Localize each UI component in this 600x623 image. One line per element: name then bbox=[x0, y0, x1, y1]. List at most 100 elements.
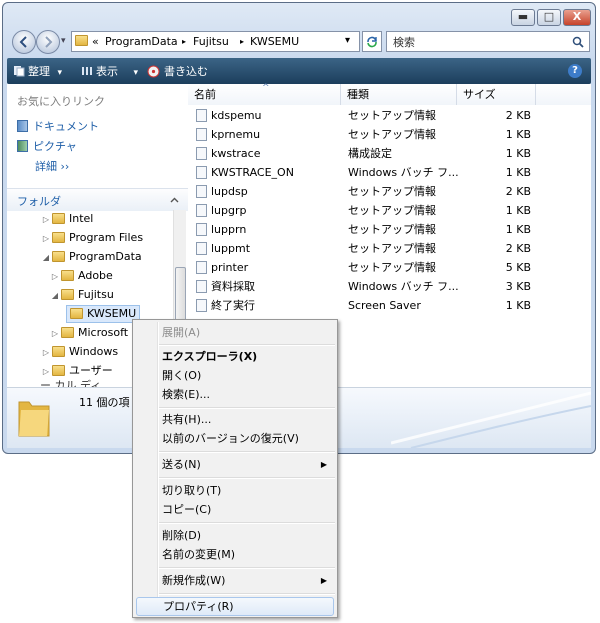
file-type: セットアップ情報 bbox=[348, 204, 436, 217]
file-name-cell[interactable]: luppmt bbox=[196, 239, 250, 258]
file-row[interactable]: kdspemu セットアップ情報 2 KB bbox=[188, 106, 591, 125]
favorite-link-pictures[interactable]: ピクチャ bbox=[17, 138, 77, 154]
tree-item-windows[interactable]: ▷ Windows bbox=[40, 343, 118, 361]
close-button[interactable]: X bbox=[563, 9, 591, 26]
file-name-cell[interactable]: lupdsp bbox=[196, 182, 248, 201]
file-type: セットアップ情報 bbox=[348, 242, 436, 255]
file-row[interactable]: KWSTRACE_ON Windows バッチ フ... 1 KB bbox=[188, 163, 591, 182]
file-row[interactable]: lupprn セットアップ情報 1 KB bbox=[188, 220, 591, 239]
file-name: printer bbox=[211, 261, 249, 274]
menu-item[interactable]: 開く(O) bbox=[162, 367, 201, 385]
menu-item[interactable]: エクスプローラ(X) bbox=[162, 348, 257, 366]
file-name-cell[interactable]: lupprn bbox=[196, 220, 246, 239]
submenu-arrow-icon: ▶ bbox=[320, 576, 327, 585]
address-chevron[interactable]: « bbox=[92, 35, 99, 48]
file-row[interactable]: 資料採取 Windows バッチ フ... 3 KB bbox=[188, 277, 591, 296]
menu-item[interactable]: 送る(N) bbox=[162, 456, 201, 474]
tree-item-partial[interactable]: ー カル ディ bbox=[40, 379, 101, 387]
file-name-cell[interactable]: 資料採取 bbox=[196, 277, 255, 296]
menu-item[interactable]: 以前のバージョンの復元(V) bbox=[162, 430, 299, 448]
views-label: 表示 bbox=[96, 65, 118, 78]
minimize-button[interactable]: ▬ bbox=[511, 9, 535, 26]
tree-item-programdata[interactable]: ◢ ProgramData bbox=[40, 248, 142, 266]
file-name-cell[interactable]: kdspemu bbox=[196, 106, 262, 125]
help-icon[interactable]: ? bbox=[568, 64, 582, 78]
file-row[interactable]: printer セットアップ情報 5 KB bbox=[188, 258, 591, 277]
file-row[interactable]: kwstrace 構成設定 1 KB bbox=[188, 144, 591, 163]
file-name-cell[interactable]: kwstrace bbox=[196, 144, 261, 163]
folders-header[interactable]: フォルダ bbox=[7, 188, 188, 211]
address-segment-kwsemu[interactable]: KWSEMU bbox=[250, 35, 299, 48]
menu-item[interactable]: 展開(A) bbox=[162, 324, 200, 342]
back-button[interactable] bbox=[12, 30, 36, 54]
menu-separator bbox=[159, 344, 335, 346]
file-icon bbox=[196, 299, 207, 312]
file-row[interactable]: 終了実行 Screen Saver 1 KB bbox=[188, 296, 591, 315]
expand-icon[interactable]: ▷ bbox=[40, 211, 52, 229]
address-segment-fujitsu[interactable]: Fujitsu bbox=[193, 35, 229, 48]
recent-pages-dropdown[interactable]: ▾ bbox=[61, 36, 66, 46]
folder-icon bbox=[52, 251, 65, 262]
menu-separator bbox=[159, 451, 335, 453]
address-separator[interactable]: ▸ bbox=[240, 37, 244, 46]
search-icon[interactable] bbox=[572, 36, 584, 48]
tree-item-microsoft[interactable]: ▷ Microsoft bbox=[49, 324, 128, 342]
views-dropdown-icon: ▾ bbox=[133, 68, 139, 78]
file-row[interactable]: kprnemu セットアップ情報 1 KB bbox=[188, 125, 591, 144]
file-type: セットアップ情報 bbox=[348, 185, 436, 198]
column-header-type[interactable]: 種類 bbox=[341, 84, 457, 105]
column-header-name[interactable]: 名前 ^ bbox=[188, 83, 341, 105]
burn-button[interactable]: 書き込む bbox=[147, 63, 208, 79]
file-name: luppmt bbox=[211, 242, 251, 255]
maximize-button[interactable]: □ bbox=[537, 9, 561, 26]
tree-item-program-files[interactable]: ▷ Program Files bbox=[40, 229, 143, 247]
file-name-cell[interactable]: printer bbox=[196, 258, 248, 277]
column-header-size[interactable]: サイズ bbox=[457, 84, 536, 105]
menu-item[interactable]: 名前の変更(M) bbox=[162, 546, 235, 564]
item-count: 11 個の項 bbox=[79, 396, 130, 409]
expand-icon[interactable]: ▷ bbox=[49, 325, 61, 343]
favorite-link-documents[interactable]: ドキュメント bbox=[17, 118, 99, 134]
menu-item[interactable]: 共有(H)... bbox=[162, 411, 211, 429]
search-input[interactable] bbox=[391, 34, 565, 51]
expand-icon[interactable]: ▷ bbox=[40, 230, 52, 248]
file-row[interactable]: lupgrp セットアップ情報 1 KB bbox=[188, 201, 591, 220]
tree-item-kwsemu[interactable]: KWSEMU bbox=[66, 305, 141, 323]
expand-icon[interactable]: ▷ bbox=[40, 344, 52, 362]
favorite-link-label: ピクチャ bbox=[33, 140, 77, 153]
file-type: セットアップ情報 bbox=[348, 109, 436, 122]
collapse-icon[interactable]: ◢ bbox=[40, 249, 52, 267]
tree-item-users[interactable]: ▷ ユーザー bbox=[40, 362, 113, 380]
tree-item-adobe[interactable]: ▷ Adobe bbox=[49, 267, 113, 285]
forward-button[interactable] bbox=[36, 30, 60, 54]
menu-item[interactable]: コピー(C) bbox=[162, 501, 211, 519]
file-size: 1 KB bbox=[505, 147, 531, 160]
favorite-link-more[interactable]: 詳細 ›› bbox=[35, 158, 69, 174]
file-row[interactable]: lupdsp セットアップ情報 2 KB bbox=[188, 182, 591, 201]
views-icon bbox=[82, 67, 92, 75]
file-row[interactable]: luppmt セットアップ情報 2 KB bbox=[188, 239, 591, 258]
organize-button[interactable]: 整理 ▾ bbox=[13, 63, 62, 79]
menu-item[interactable]: 切り取り(T) bbox=[162, 482, 221, 500]
file-name: lupgrp bbox=[211, 204, 247, 217]
address-segment-programdata[interactable]: ProgramData bbox=[105, 35, 178, 48]
menu-item[interactable]: 新規作成(W) bbox=[162, 572, 225, 590]
tree-item-fujitsu[interactable]: ◢ Fujitsu bbox=[49, 286, 114, 304]
file-name-cell[interactable]: 終了実行 bbox=[196, 296, 255, 315]
tree-item-intel[interactable]: ▷ Intel bbox=[40, 210, 93, 228]
expand-icon[interactable]: ▷ bbox=[49, 268, 61, 286]
address-bar[interactable]: « ProgramData ▸ Fujitsu ▸ KWSEMU ▾ bbox=[71, 31, 360, 52]
file-name-cell[interactable]: KWSTRACE_ON bbox=[196, 163, 294, 182]
address-separator[interactable]: ▸ bbox=[182, 37, 186, 46]
menu-item[interactable]: プロパティ(R) bbox=[136, 597, 334, 616]
menu-item[interactable]: 検索(E)... bbox=[162, 386, 210, 404]
address-dropdown-icon[interactable]: ▾ bbox=[345, 35, 350, 46]
collapse-chevron-icon[interactable] bbox=[170, 197, 179, 203]
search-box[interactable] bbox=[386, 31, 590, 52]
views-button[interactable]: 表示 ▾ bbox=[81, 63, 138, 79]
file-name-cell[interactable]: kprnemu bbox=[196, 125, 260, 144]
file-name-cell[interactable]: lupgrp bbox=[196, 201, 247, 220]
collapse-icon[interactable]: ◢ bbox=[49, 287, 61, 305]
refresh-button[interactable] bbox=[362, 31, 382, 52]
menu-item[interactable]: 削除(D) bbox=[162, 527, 201, 545]
